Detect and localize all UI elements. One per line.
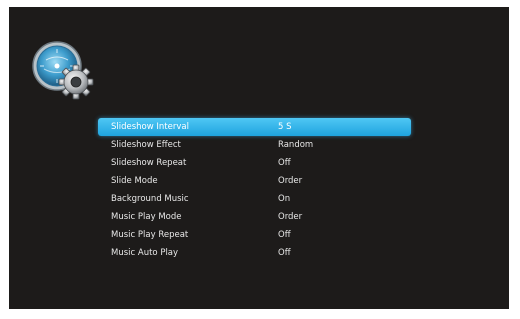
- menu-item-label: Music Auto Play: [111, 248, 179, 258]
- menu-item-value: Off: [278, 248, 291, 258]
- menu-item-slideshow-effect[interactable]: Slideshow Effect Random: [98, 136, 411, 154]
- settings-screen: Slideshow Interval 5 S Slideshow Effect Ran…: [9, 7, 509, 309]
- menu-item-value: Order: [278, 176, 303, 186]
- menu-item-music-play-mode[interactable]: Music Play Mode Order: [98, 208, 411, 226]
- menu-item-music-play-repeat[interactable]: Music Play Repeat Off: [98, 226, 411, 244]
- menu-item-music-auto-play[interactable]: Music Auto Play Off: [98, 244, 411, 262]
- settings-gear-icon: [28, 36, 98, 106]
- menu-item-value: 5 S: [278, 122, 292, 132]
- menu-item-value: Off: [278, 230, 291, 240]
- menu-item-label: Slide Mode: [111, 176, 158, 186]
- menu-item-label: Background Music: [111, 194, 189, 204]
- menu-item-label: Music Play Mode: [111, 212, 182, 222]
- menu-item-label: Slideshow Interval: [111, 122, 189, 132]
- menu-item-value: Off: [278, 158, 291, 168]
- menu-item-label: Slideshow Repeat: [111, 158, 187, 168]
- menu-item-slide-mode[interactable]: Slide Mode Order: [98, 172, 411, 190]
- menu-item-background-music[interactable]: Background Music On: [98, 190, 411, 208]
- menu-item-value: Random: [278, 140, 314, 150]
- menu-item-slideshow-repeat[interactable]: Slideshow Repeat Off: [98, 154, 411, 172]
- menu-item-label: Music Play Repeat: [111, 230, 189, 240]
- menu-item-slideshow-interval[interactable]: Slideshow Interval 5 S: [98, 118, 411, 136]
- menu-item-label: Slideshow Effect: [111, 140, 181, 150]
- menu-item-value: Order: [278, 212, 303, 222]
- settings-menu: Slideshow Interval 5 S Slideshow Effect Ran…: [98, 118, 411, 262]
- menu-item-value: On: [278, 194, 291, 204]
